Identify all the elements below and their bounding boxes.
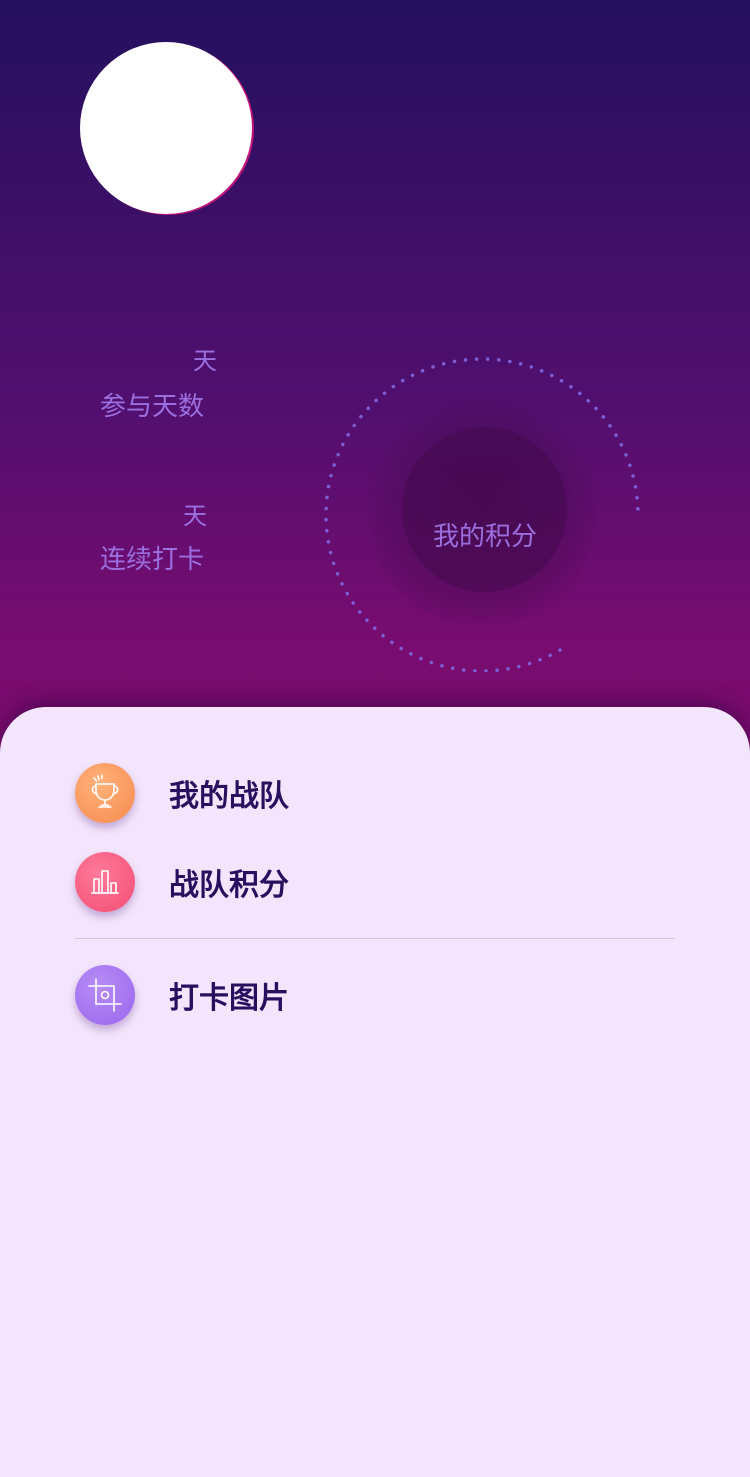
streak-days-unit: 天 (183, 502, 207, 530)
crop-icon (75, 965, 135, 1025)
trophy-icon (75, 763, 135, 823)
my-score-label: 我的积分 (432, 522, 537, 552)
score-dotted-ring (324, 357, 640, 672)
menu-item-label: 打卡图片 (169, 981, 289, 1016)
bar-chart-icon (75, 852, 135, 912)
profile-header: 天 参与天数 天 连续打卡 我的积分 (0, 0, 750, 760)
menu-item-team-score[interactable]: 战队积分 (75, 847, 675, 917)
participation-days-unit: 天 (193, 347, 217, 375)
participation-days-label: 参与天数 (100, 392, 205, 422)
avatar[interactable] (80, 42, 252, 214)
score-dial[interactable]: 我的积分 (322, 352, 642, 672)
menu-item-my-team[interactable]: 我的战队 (75, 758, 675, 828)
menu-item-checkin-photos[interactable]: 打卡图片 (75, 960, 675, 1030)
menu-item-label: 战队积分 (169, 868, 289, 903)
menu-item-label: 我的战队 (169, 779, 289, 814)
streak-days-label: 连续打卡 (100, 545, 205, 575)
menu-divider (75, 938, 675, 939)
